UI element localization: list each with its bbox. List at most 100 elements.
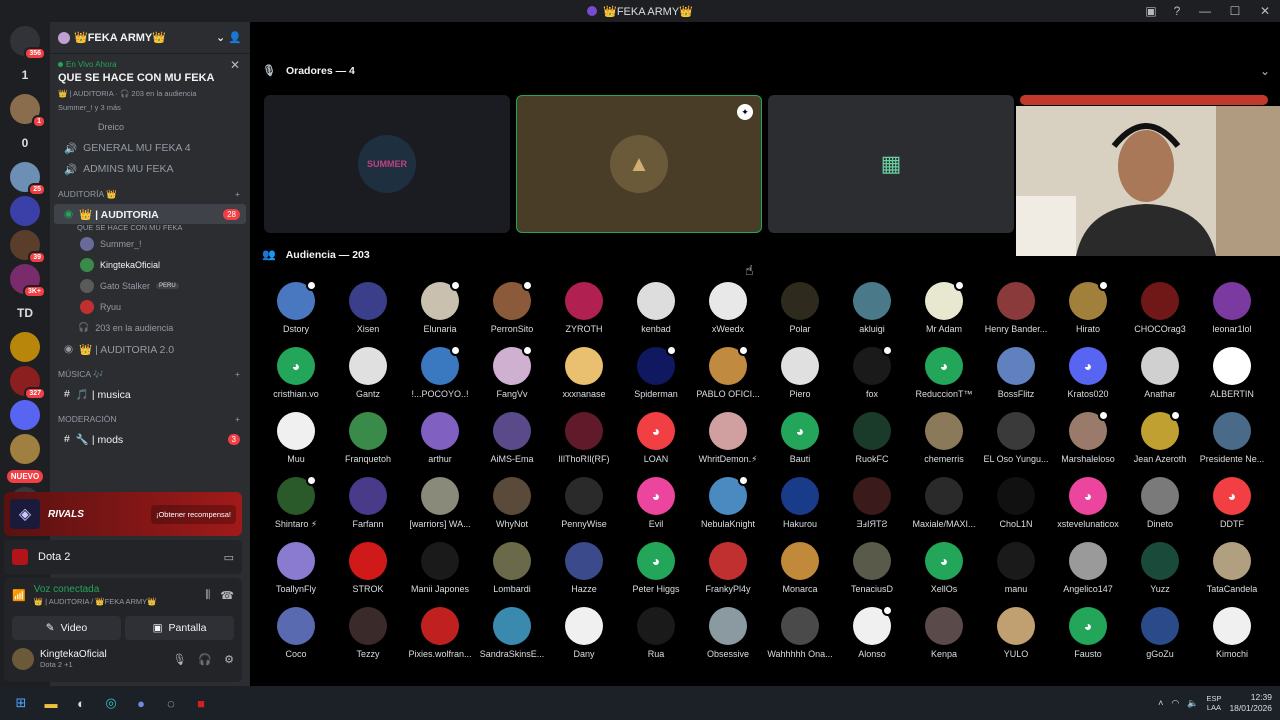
voice-user[interactable]: Gato Stalker PERU: [50, 275, 250, 296]
audience-member[interactable]: EL Oso Yungu...: [980, 412, 1052, 464]
audience-member[interactable]: Muu: [260, 412, 332, 464]
activity-status[interactable]: Dota 2 ▭: [4, 540, 242, 574]
speaker-tile[interactable]: ▦: [768, 95, 1014, 233]
category-musica[interactable]: MÚSICA 🎶 +: [50, 365, 250, 383]
server-icon[interactable]: 25: [10, 162, 46, 196]
category-moderacion[interactable]: MODERACIÓN +: [50, 410, 250, 428]
voice-user[interactable]: Ryuu: [50, 296, 250, 317]
category-auditoria[interactable]: AUDITORÍA 👑 +: [50, 185, 250, 203]
clock[interactable]: 12:39 18/01/2026: [1229, 692, 1272, 714]
channel-mods[interactable]: # 🔧 | mods 3: [54, 429, 246, 449]
server-icon[interactable]: 0: [10, 128, 40, 158]
channel-musica[interactable]: # 🎵 | musica: [54, 384, 246, 404]
audience-member[interactable]: FrankyPl4y: [692, 542, 764, 594]
audience-member[interactable]: ◕ ReduccionT™: [908, 347, 980, 399]
channel-general[interactable]: 🔊 GENERAL MU FEKA 4: [54, 138, 246, 158]
audience-member[interactable]: Shintaro ⚡: [260, 475, 332, 530]
channel-auditoria[interactable]: ◉ 👑 | AUDITORIA 28: [54, 204, 246, 224]
audience-member[interactable]: Manii Japones: [404, 542, 476, 594]
minimize-button[interactable]: —: [1190, 4, 1220, 18]
server-icon[interactable]: 1: [10, 94, 46, 128]
add-channel-icon[interactable]: +: [235, 189, 240, 199]
live-stage-banner[interactable]: En Vivo Ahora QUE SE HACE CON MU FEKA 👑 …: [50, 54, 250, 112]
audience-member[interactable]: Pixies.wolfran...: [404, 607, 476, 659]
audience-member[interactable]: Presidente Ne...: [1196, 412, 1268, 464]
audience-member[interactable]: NebulaKnight: [692, 475, 764, 529]
voice-channel-path[interactable]: 👑 | AUDITORIA / 👑FEKA ARMY👑: [34, 597, 157, 606]
audience-member[interactable]: Kenpa: [908, 607, 980, 659]
steam-icon[interactable]: ◐: [70, 692, 92, 714]
server-icon[interactable]: 1: [10, 60, 40, 90]
close-icon[interactable]: ✕: [230, 58, 240, 72]
audience-member[interactable]: ◕ XellOs: [908, 542, 980, 594]
audience-member[interactable]: CHOCOrag3: [1124, 282, 1196, 334]
chevron-down-icon[interactable]: ⌄: [1260, 64, 1270, 78]
maximize-button[interactable]: ☐: [1220, 4, 1250, 18]
add-channel-icon[interactable]: +: [235, 414, 240, 424]
add-member-icon[interactable]: 👤: [228, 31, 242, 44]
audience-member[interactable]: Lombardi: [476, 542, 548, 594]
settings-icon[interactable]: ⚙: [224, 653, 234, 666]
audience-member[interactable]: Dstory: [260, 280, 332, 334]
tray-arrow-icon[interactable]: ˄: [1158, 698, 1163, 708]
dota-taskbar-icon[interactable]: ■: [190, 692, 212, 714]
windows-start-icon[interactable]: ⊞: [10, 692, 32, 714]
audience-member[interactable]: Xisen: [332, 282, 404, 334]
audience-member[interactable]: ZYROTH: [548, 282, 620, 334]
audience-member[interactable]: Angelico147: [1052, 542, 1124, 594]
signal-icon[interactable]: 📶: [12, 589, 26, 602]
audience-member[interactable]: YULO: [980, 607, 1052, 659]
audience-member[interactable]: ◕ cristhian.vo: [260, 347, 332, 399]
audience-member[interactable]: FangVv: [476, 345, 548, 399]
audience-member[interactable]: ALBERTIN: [1196, 347, 1268, 399]
audience-member[interactable]: ToallynFly: [260, 542, 332, 594]
help-icon[interactable]: ?: [1164, 4, 1190, 18]
audience-member[interactable]: leonar1lol: [1196, 282, 1268, 334]
audience-member[interactable]: xWeedx: [692, 282, 764, 334]
audience-member[interactable]: Dineto: [1124, 477, 1196, 529]
audience-member[interactable]: Alonso: [836, 605, 908, 659]
audience-member[interactable]: ◕ Evil: [620, 477, 692, 529]
audience-member[interactable]: BossFlitz: [980, 347, 1052, 399]
audience-member[interactable]: !...POCOYO..!: [404, 345, 476, 399]
voice-user[interactable]: KingtekaOficial: [50, 254, 250, 275]
app-icon[interactable]: ◌: [160, 692, 182, 714]
audience-member[interactable]: kenbad: [620, 282, 692, 334]
audience-member[interactable]: AiMS-Ema: [476, 412, 548, 464]
speaker-tile[interactable]: SUMMER: [264, 95, 510, 233]
audience-member[interactable]: ◕ LOAN: [620, 412, 692, 464]
audience-member[interactable]: chemerris: [908, 412, 980, 464]
audience-member[interactable]: akluigi: [836, 282, 908, 334]
screen-share-button[interactable]: ▣ Pantalla: [125, 616, 234, 640]
server-icon[interactable]: 3K+: [10, 264, 46, 298]
audience-member[interactable]: Gantz: [332, 347, 404, 399]
audience-member[interactable]: ◕ xstevelunaticox: [1052, 477, 1124, 529]
audience-member[interactable]: lIlThoRIl(RF): [548, 412, 620, 464]
audience-member[interactable]: Elunaria: [404, 280, 476, 334]
audience-member[interactable]: Mr Adam: [908, 280, 980, 334]
server-icon[interactable]: 356: [10, 26, 46, 60]
audience-count[interactable]: 🎧 203 en la audiencia: [50, 317, 250, 338]
server-icon[interactable]: [10, 434, 40, 464]
audience-member[interactable]: Obsessive: [692, 607, 764, 659]
audience-member[interactable]: PABLO OFICI...: [692, 345, 764, 399]
voice-user[interactable]: Dreico: [50, 116, 250, 137]
edge-icon[interactable]: ◎: [100, 692, 122, 714]
audience-member[interactable]: Piero: [764, 347, 836, 399]
game-promo-banner[interactable]: ◈ RIVALS ¡Obtener recompensa!: [4, 492, 242, 536]
audience-member[interactable]: ƎⅎIЯTƧ: [836, 477, 908, 529]
inbox-icon[interactable]: ▣: [1138, 4, 1164, 18]
server-icon[interactable]: [10, 332, 40, 362]
audience-member[interactable]: xxxnanase: [548, 347, 620, 399]
audience-member[interactable]: WhyNot: [476, 477, 548, 529]
user-area[interactable]: KingtekaOficial Dota 2 +1 🎙 🎧 ⚙: [12, 648, 234, 670]
audience-member[interactable]: Coco: [260, 607, 332, 659]
audience-member[interactable]: PerronSito: [476, 280, 548, 334]
audience-member[interactable]: Hirato: [1052, 280, 1124, 334]
audience-member[interactable]: ChoL1N: [980, 477, 1052, 529]
audience-member[interactable]: Yuzz: [1124, 542, 1196, 594]
audience-member[interactable]: Wahhhhh Ona...: [764, 607, 836, 659]
disconnect-icon[interactable]: ☎: [220, 589, 234, 602]
audience-member[interactable]: RuokFC: [836, 412, 908, 464]
audience-member[interactable]: manu: [980, 542, 1052, 594]
